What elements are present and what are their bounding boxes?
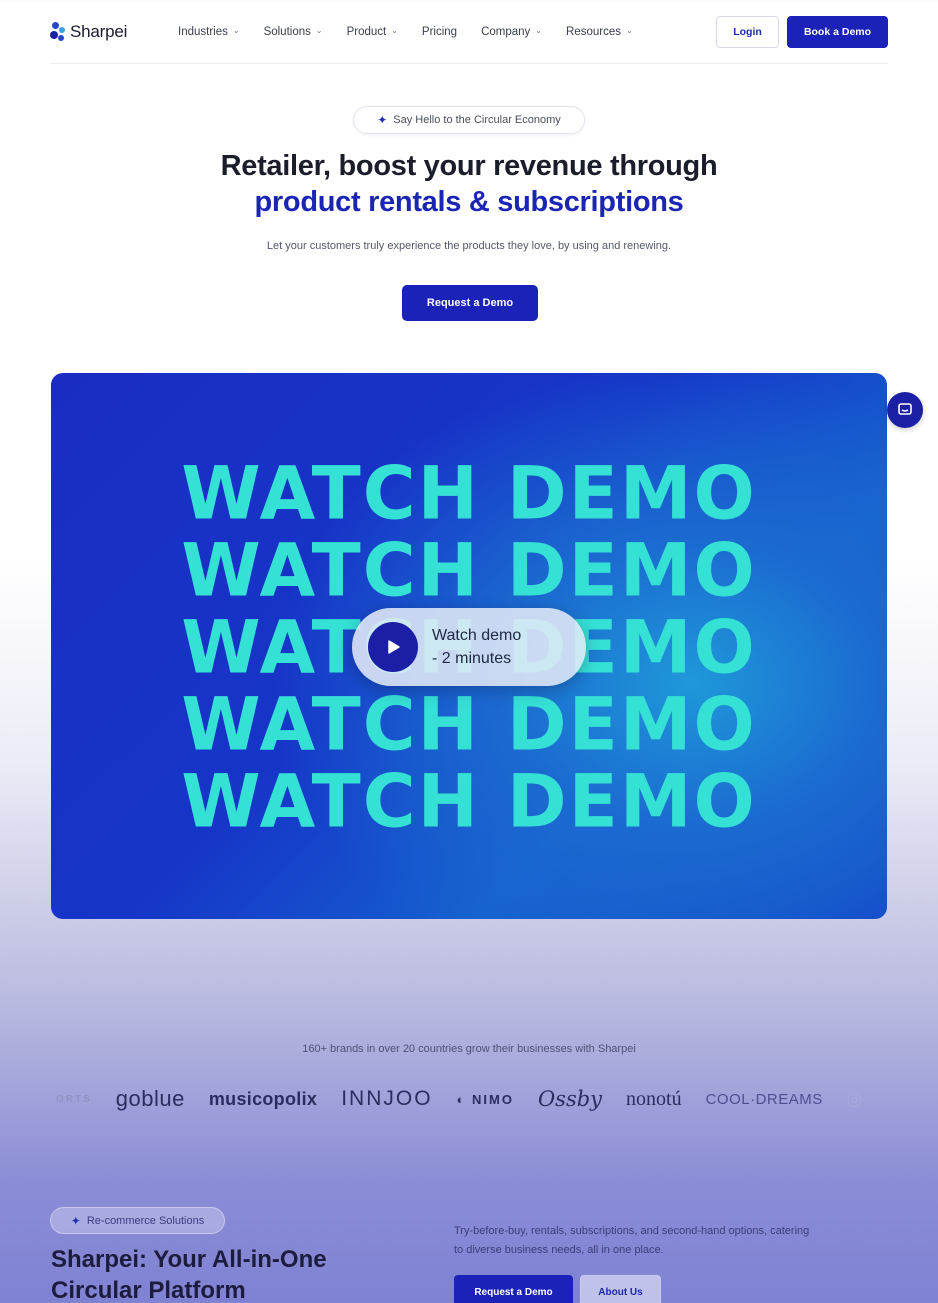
demo-video[interactable]: WATCH DEMO WATCH DEMO WATCH DEMO WATCH D… (51, 373, 887, 919)
brand-logo: INNJOO (341, 1087, 433, 1110)
menu-item-solutions[interactable]: Solutions ⌄ (264, 26, 323, 38)
play-demo-button[interactable]: Watch demo - 2 minutes (352, 608, 586, 686)
menu-item-pricing[interactable]: Pricing (422, 26, 457, 38)
sparkle-icon: ✦ (377, 113, 388, 127)
hero-title-line1: Retailer, boost your revenue through (220, 150, 718, 182)
brand-logo-strip: ORTS goblue musicopolix INNJOO ◐ NIMO Os… (56, 1084, 886, 1114)
watch-demo-line: WATCH DEMO (181, 758, 757, 844)
menu-item-label: Industries (178, 25, 228, 38)
pill-text: Say Hello to the Circular Economy (393, 114, 561, 126)
menu-item-company[interactable]: Company ⌄ (481, 26, 542, 38)
about-us-button[interactable]: About Us (580, 1275, 661, 1303)
menu-item-label: Resources (566, 25, 621, 38)
brand-logo-faded-icon: ◎ (846, 1088, 863, 1109)
recommerce-tag: ✦ Re-commerce Solutions (50, 1207, 225, 1234)
section-title-line1: Sharpei: Your All-in-One (51, 1246, 327, 1273)
section-title-line2: Circular Platform (51, 1277, 246, 1303)
circular-economy-pill: ✦ Say Hello to the Circular Economy (353, 106, 585, 134)
menu-item-label: Pricing (421, 25, 458, 38)
nav-actions: Login Book a Demo (716, 15, 888, 48)
watch-demo-line: WATCH DEMO (181, 527, 757, 613)
brands-caption: 160+ brands in over 20 countries grow th… (302, 1043, 636, 1055)
chevron-down-icon: ⌄ (232, 26, 240, 35)
menu-item-industries[interactable]: Industries ⌄ (178, 26, 240, 38)
section-request-demo-button[interactable]: Request a Demo (454, 1275, 573, 1303)
tag-text: Re-commerce Solutions (86, 1214, 205, 1227)
brand-logo: Ossby (537, 1087, 603, 1111)
sparkle-icon: ✦ (70, 1213, 81, 1228)
brand-logo: goblue (115, 1086, 185, 1111)
brand-logo-text: NIMO (472, 1091, 514, 1107)
request-demo-button[interactable]: Request a Demo (402, 285, 538, 321)
logo-text: Sharpei (70, 21, 128, 41)
menu-item-label: Product (346, 25, 387, 38)
watch-demo-line: WATCH DEMO (181, 681, 757, 767)
book-demo-button[interactable]: Book a Demo (787, 15, 888, 48)
chevron-down-icon: ⌄ (315, 26, 323, 35)
brand-logo: ◐ NIMO (456, 1091, 514, 1107)
chevron-down-icon: ⌄ (625, 26, 633, 35)
main-menu: Industries ⌄ Solutions ⌄ Product ⌄ Prici… (178, 26, 657, 38)
brand-logo: nonotú (626, 1087, 682, 1110)
brand-logo: musicopolix (208, 1088, 318, 1109)
chat-icon[interactable] (887, 392, 923, 428)
play-demo-label: Watch demo - 2 minutes (432, 624, 521, 670)
menu-item-label: Solutions (263, 25, 311, 38)
sharpei-logo[interactable]: Sharpei (50, 21, 178, 42)
section-title: Sharpei: Your All-in-One Circular Platfo… (51, 1244, 431, 1303)
menu-item-product[interactable]: Product ⌄ (347, 26, 398, 38)
login-button[interactable]: Login (716, 15, 779, 48)
brand-logo: ORTS (56, 1093, 92, 1105)
brand-logo: COOL·DREAMS (705, 1090, 823, 1108)
hero-title-line2: product rentals & subscriptions (254, 186, 684, 218)
section-description: Try-before-buy, rentals, subscriptions, … (454, 1225, 810, 1256)
play-line1: Watch demo (432, 627, 522, 644)
menu-item-label: Company (481, 25, 531, 38)
chevron-down-icon: ⌄ (391, 26, 398, 35)
play-icon (368, 622, 418, 672)
chevron-down-icon: ⌄ (535, 26, 542, 35)
menu-item-resources[interactable]: Resources ⌄ (566, 26, 633, 38)
watch-demo-line: WATCH DEMO (181, 450, 757, 536)
top-navigation: Sharpei Industries ⌄ Solutions ⌄ Product… (50, 0, 888, 64)
logo-mark-icon (50, 21, 66, 42)
play-line2: - 2 minutes (432, 650, 512, 667)
hero-subtitle: Let your customers truly experience the … (266, 240, 672, 252)
